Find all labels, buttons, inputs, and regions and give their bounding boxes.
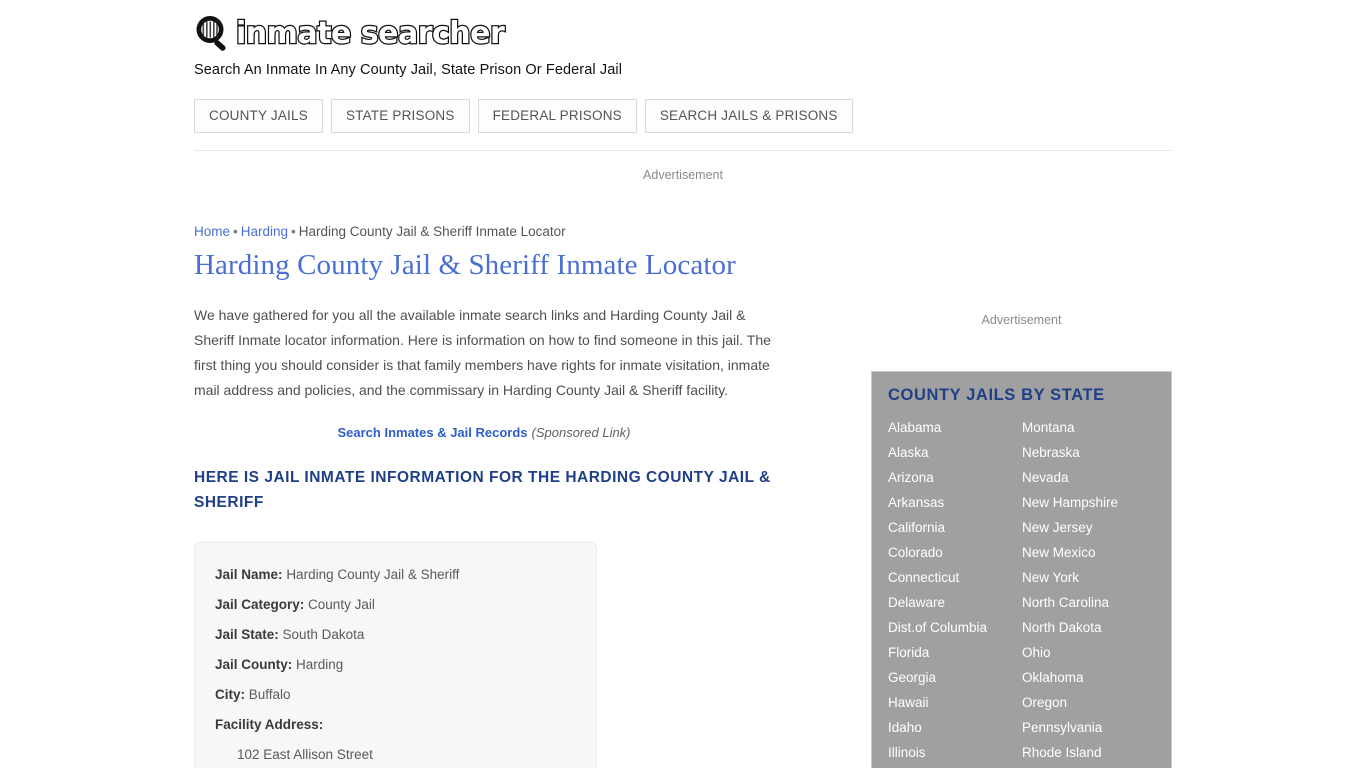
states-grid: Alabama Alaska Arizona Arkansas Californ… (872, 415, 1171, 765)
info-label-jail-name: Jail Name: (215, 566, 283, 582)
page-container: inmate searcher Search An Inmate In Any … (194, 0, 1172, 768)
state-link-california[interactable]: California (888, 515, 1007, 540)
breadcrumb: Home • Harding • Harding County Jail & Sheri… (194, 224, 1172, 239)
logo-text: inmate searcher (235, 16, 506, 51)
state-link-colorado[interactable]: Colorado (888, 540, 1007, 565)
state-link-arizona[interactable]: Arizona (888, 465, 1007, 490)
states-column-2: Montana Nebraska Nevada New Hampshire Ne… (1007, 415, 1142, 765)
state-link-new-jersey[interactable]: New Jersey (1022, 515, 1142, 540)
nav-state-prisons[interactable]: STATE PRISONS (330, 99, 470, 133)
sidebar: Advertisement COUNTY JAILS BY STATE Alab… (871, 248, 1172, 768)
sponsored-link-row: Search Inmates & Jail Records (Sponsored … (194, 425, 774, 440)
state-link-hawaii[interactable]: Hawaii (888, 690, 1007, 715)
states-column-1: Alabama Alaska Arizona Arkansas Californ… (872, 415, 1007, 765)
info-value-jail-name: Harding County Jail & Sheriff (286, 566, 460, 582)
state-link-montana[interactable]: Montana (1022, 415, 1142, 440)
info-label-jail-category: Jail Category: (215, 596, 305, 612)
state-link-north-dakota[interactable]: North Dakota (1022, 615, 1142, 640)
page-title: Harding County Jail & Sheriff Inmate Loc… (194, 249, 736, 281)
state-link-arkansas[interactable]: Arkansas (888, 490, 1007, 515)
info-row-jail-category: Jail Category: County Jail (215, 590, 576, 620)
ad-label-top: Advertisement (643, 168, 723, 182)
breadcrumb-current: Harding County Jail & Sheriff Inmate Loc… (298, 224, 566, 239)
breadcrumb-home[interactable]: Home (194, 224, 230, 239)
jail-info-box: Jail Name: Harding County Jail & Sheriff… (194, 541, 597, 768)
info-row-facility-address: Facility Address: (215, 710, 576, 740)
state-link-florida[interactable]: Florida (888, 640, 1007, 665)
info-value-jail-category: County Jail (308, 596, 375, 612)
breadcrumb-separator-1: • (233, 224, 238, 239)
info-label-city: City: (215, 686, 245, 702)
state-link-new-mexico[interactable]: New Mexico (1022, 540, 1142, 565)
state-link-nevada[interactable]: Nevada (1022, 465, 1142, 490)
info-value-address-line: 102 East Allison Street (237, 746, 373, 762)
state-link-ohio[interactable]: Ohio (1022, 640, 1142, 665)
state-link-pennsylvania[interactable]: Pennsylvania (1022, 715, 1142, 740)
info-value-jail-state: South Dakota (282, 626, 365, 642)
site-header: inmate searcher Search An Inmate In Any … (194, 0, 1172, 78)
nav-divider (194, 150, 1172, 151)
breadcrumb-county[interactable]: Harding (241, 224, 288, 239)
state-link-georgia[interactable]: Georgia (888, 665, 1007, 690)
info-value-city: Buffalo (248, 686, 291, 702)
info-row-jail-state: Jail State: South Dakota (215, 620, 576, 650)
county-jails-by-state-box: COUNTY JAILS BY STATE Alabama Alaska Ari… (871, 371, 1172, 768)
state-link-illinois[interactable]: Illinois (888, 740, 1007, 765)
state-link-connecticut[interactable]: Connecticut (888, 565, 1007, 590)
state-link-rhode-island[interactable]: Rhode Island (1022, 740, 1142, 765)
info-label-jail-state: Jail State: (215, 626, 279, 642)
state-link-alaska[interactable]: Alaska (888, 440, 1007, 465)
site-tagline: Search An Inmate In Any County Jail, Sta… (194, 62, 623, 78)
state-link-north-carolina[interactable]: North Carolina (1022, 590, 1142, 615)
state-link-delaware[interactable]: Delaware (888, 590, 1007, 615)
sidebar-title: COUNTY JAILS BY STATE (888, 386, 1105, 404)
state-link-new-york[interactable]: New York (1022, 565, 1142, 590)
info-label-jail-county: Jail County: (215, 656, 293, 672)
nav-county-jails[interactable]: COUNTY JAILS (194, 99, 323, 133)
state-link-dist-of-columbia[interactable]: Dist.of Columbia (888, 615, 1007, 640)
state-link-nebraska[interactable]: Nebraska (1022, 440, 1142, 465)
state-link-idaho[interactable]: Idaho (888, 715, 1007, 740)
info-row-city: City: Buffalo (215, 680, 576, 710)
main-content: Harding County Jail & Sheriff Inmate Loc… (194, 248, 794, 768)
info-row-jail-county: Jail County: Harding (215, 650, 576, 680)
search-inmates-records-link[interactable]: Search Inmates & Jail Records (337, 425, 527, 440)
state-link-new-hampshire[interactable]: New Hampshire (1022, 490, 1142, 515)
nav-federal-prisons[interactable]: FEDERAL PRISONS (477, 99, 637, 133)
state-link-alabama[interactable]: Alabama (888, 415, 1007, 440)
state-link-oklahoma[interactable]: Oklahoma (1022, 665, 1142, 690)
logo[interactable]: inmate searcher (194, 12, 1172, 56)
page-root: inmate searcher Search An Inmate In Any … (0, 0, 1366, 768)
sponsored-note: (Sponsored Link) (531, 424, 631, 440)
info-label-facility-address: Facility Address: (215, 716, 324, 732)
breadcrumb-separator-2: • (291, 224, 296, 239)
state-link-oregon[interactable]: Oregon (1022, 690, 1142, 715)
intro-paragraph: We have gathered for you all the availab… (194, 306, 771, 398)
ad-label-side: Advertisement (981, 313, 1062, 327)
info-value-jail-county: Harding (296, 656, 344, 672)
nav-search-jails-prisons[interactable]: SEARCH JAILS & PRISONS (644, 99, 853, 133)
magnifier-jail-icon (192, 13, 234, 55)
main-nav: COUNTY JAILS STATE PRISONS FEDERAL PRISO… (194, 99, 1172, 133)
info-row-jail-name: Jail Name: Harding County Jail & Sheriff (215, 560, 576, 590)
section-title: HERE IS JAIL INMATE INFORMATION FOR THE … (194, 468, 771, 511)
